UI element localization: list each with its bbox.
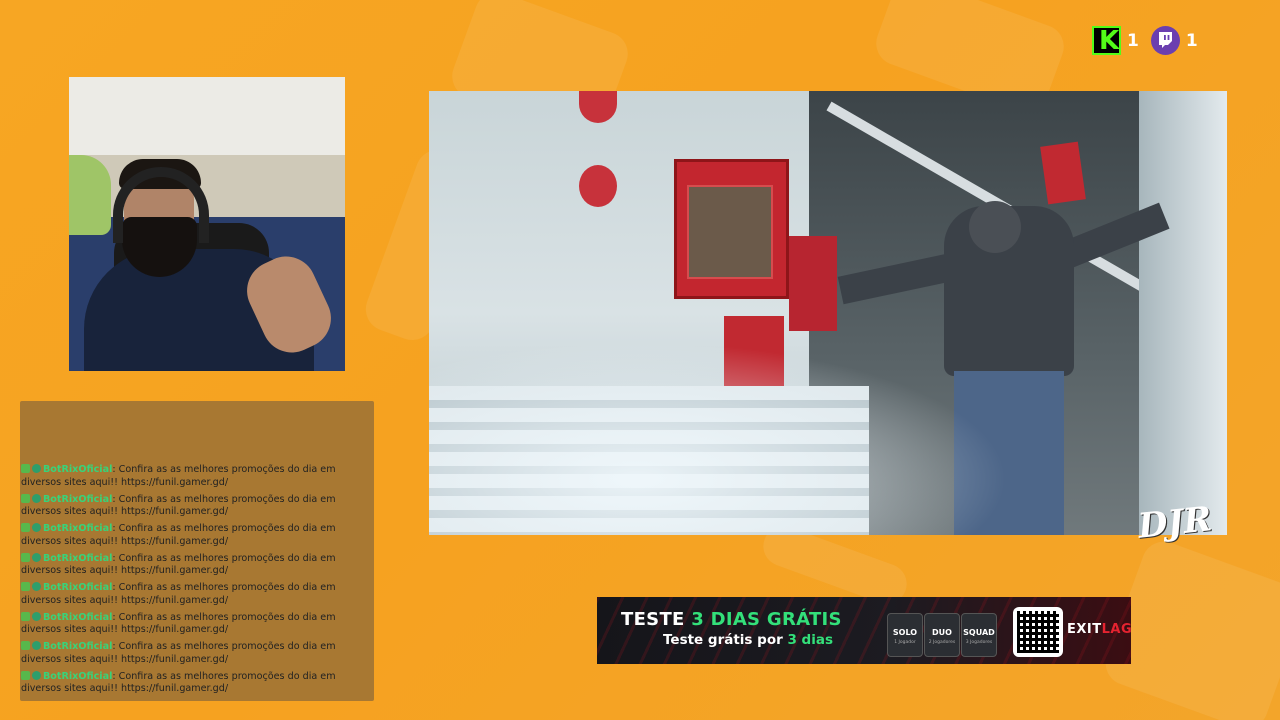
chat-message: BotRixOficial: Confira as as melhores pr…: [21, 552, 371, 578]
chat-username[interactable]: BotRixOficial: [43, 582, 112, 593]
plan-card-solo: SOLO 1 Jogador: [887, 613, 923, 657]
bot-badge-icon: [32, 523, 41, 532]
pencil-badge-icon: [21, 493, 30, 503]
bot-badge-icon: [32, 552, 41, 562]
plan-card-duo: DUO 2 Jogadores: [924, 613, 960, 657]
chat-message: BotRixOficial: Confira as as melhores pr…: [21, 464, 371, 489]
ad-brand-logo: EXITLAG: [1067, 622, 1131, 637]
bot-badge-icon: [32, 493, 41, 503]
chat-username[interactable]: BotRixOficial: [43, 523, 112, 534]
pencil-badge-icon: [21, 670, 30, 680]
ad-subtitle: Teste grátis por 3 dias: [663, 632, 833, 648]
webcam-feed: [69, 77, 345, 371]
chat-username[interactable]: BotRixOficial: [43, 641, 112, 652]
ad-banner[interactable]: TESTE 3 DIAS GRÁTIS Teste grátis por 3 d…: [597, 597, 1131, 664]
pencil-badge-icon: [21, 641, 30, 650]
chat-message: BotRixOficial: Confira as as melhores pr…: [21, 641, 371, 666]
chat-message: BotRixOficial: Confira as as melhores pr…: [21, 611, 371, 637]
chat-message-list: BotRixOficial: Confira as as melhores pr…: [21, 464, 371, 700]
pencil-badge-icon: [21, 552, 30, 562]
plan-card-squad: SQUAD 3 Jogadores: [961, 613, 997, 657]
bot-badge-icon: [32, 670, 41, 680]
chat-message: BotRixOficial: Confira as as melhores pr…: [21, 582, 371, 607]
chat-message: BotRixOficial: Confira as as melhores pr…: [21, 523, 371, 548]
bot-badge-icon: [32, 611, 41, 621]
watermark-logo: DJR: [1136, 499, 1214, 547]
chat-username[interactable]: BotRixOficial: [43, 494, 112, 505]
chat-username[interactable]: BotRixOficial: [43, 671, 112, 682]
pencil-badge-icon: [21, 611, 30, 621]
twitch-icon: [1150, 26, 1180, 55]
chat-message: BotRixOficial: Confira as as melhores pr…: [21, 493, 371, 519]
chat-username[interactable]: BotRixOficial: [43, 612, 112, 623]
pencil-badge-icon: [21, 464, 30, 473]
chat-username[interactable]: BotRixOficial: [43, 464, 112, 475]
chat-username[interactable]: BotRixOficial: [43, 553, 112, 564]
chat-panel: BotRixOficial: Confira as as melhores pr…: [20, 401, 374, 701]
pencil-badge-icon: [21, 523, 30, 532]
bot-badge-icon: [32, 641, 41, 650]
bot-badge-icon: [32, 464, 41, 473]
pencil-badge-icon: [21, 582, 30, 591]
kick-viewer-count: 1: [1127, 30, 1139, 51]
viewer-counts: K 1 1: [1092, 26, 1198, 55]
ad-title: TESTE 3 DIAS GRÁTIS: [621, 609, 842, 630]
qr-code: [1013, 607, 1063, 657]
twitch-viewer-count: 1: [1185, 30, 1198, 51]
chat-message: BotRixOficial: Confira as as melhores pr…: [21, 670, 371, 696]
kick-icon: K: [1092, 26, 1121, 55]
main-video: [429, 91, 1227, 535]
bot-badge-icon: [32, 582, 41, 591]
